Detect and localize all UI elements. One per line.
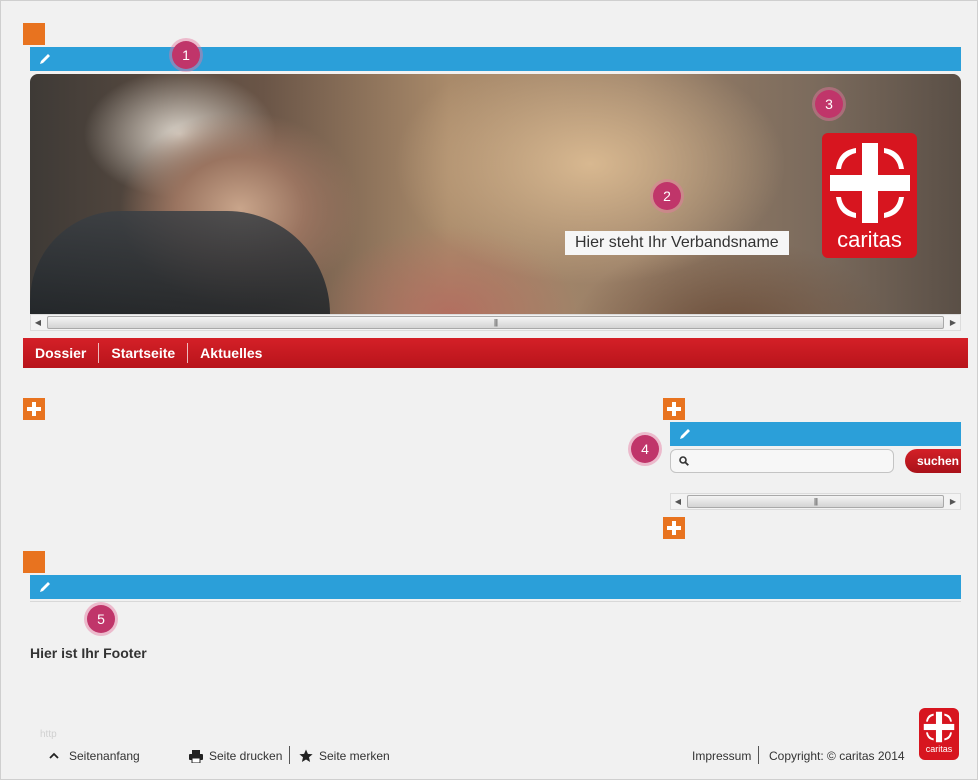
hero-horizontal-scrollbar[interactable]: ◀ ||| ▶ bbox=[30, 314, 961, 331]
edit-bar-search[interactable] bbox=[670, 422, 961, 446]
bottom-separator bbox=[289, 746, 290, 764]
print-page-link[interactable]: Seite drucken bbox=[189, 749, 282, 763]
marker-3-label: 3 bbox=[825, 96, 833, 112]
star-icon bbox=[299, 749, 313, 762]
nav-item-dossier[interactable]: Dossier bbox=[23, 343, 100, 363]
marker-5-label: 5 bbox=[97, 611, 105, 627]
footer-text: Hier ist Ihr Footer bbox=[30, 645, 147, 661]
scroll-left-arrow-icon[interactable]: ◀ bbox=[31, 315, 45, 330]
add-content-button-left[interactable] bbox=[23, 398, 45, 420]
plus-icon bbox=[27, 402, 41, 416]
scroll-track[interactable]: ||| bbox=[685, 494, 946, 509]
nav-item-aktuelles[interactable]: Aktuelles bbox=[188, 343, 274, 363]
bottom-separator bbox=[758, 746, 759, 764]
print-page-label: Seite drucken bbox=[209, 749, 283, 763]
add-content-button-right-top[interactable] bbox=[663, 398, 685, 420]
marker-1-label: 1 bbox=[182, 47, 190, 63]
pencil-icon bbox=[40, 582, 50, 592]
marker-1: 1 bbox=[172, 41, 200, 69]
plus-icon bbox=[667, 402, 681, 416]
nav-item-startseite[interactable]: Startseite bbox=[99, 343, 189, 363]
pencil-icon bbox=[40, 54, 50, 64]
marker-2-label: 2 bbox=[663, 188, 671, 204]
org-name-text: Hier steht Ihr Verbandsname bbox=[575, 234, 779, 251]
copyright-text: Copyright: © caritas 2014 bbox=[769, 749, 905, 763]
caritas-logo-footer[interactable]: caritas bbox=[919, 708, 959, 760]
bookmark-page-link[interactable]: Seite merken bbox=[299, 749, 390, 763]
add-content-button-right-bottom[interactable] bbox=[663, 517, 685, 539]
back-to-top-link[interactable]: Seitenanfang bbox=[49, 749, 140, 763]
edit-bar-header[interactable] bbox=[30, 47, 961, 71]
edit-bar-footer[interactable] bbox=[30, 575, 961, 599]
main-navigation: Dossier Startseite Aktuelles bbox=[23, 338, 968, 368]
imprint-label: Impressum bbox=[692, 749, 752, 763]
org-name-label: Hier steht Ihr Verbandsname bbox=[565, 231, 789, 255]
caritas-cross-icon bbox=[829, 143, 910, 223]
bookmark-page-label: Seite merken bbox=[319, 749, 390, 763]
chevron-up-icon bbox=[49, 752, 59, 759]
footer-divider bbox=[30, 601, 961, 602]
edit-handle-top[interactable] bbox=[23, 23, 45, 45]
scroll-right-arrow-icon[interactable]: ▶ bbox=[946, 315, 960, 330]
caritas-cross-icon bbox=[923, 711, 955, 743]
edit-handle-footer[interactable] bbox=[23, 551, 45, 573]
search-field[interactable] bbox=[670, 449, 894, 473]
search-horizontal-scrollbar[interactable]: ◀ ||| ▶ bbox=[670, 493, 961, 510]
faint-link-text: http bbox=[40, 729, 57, 740]
caritas-logo-text: caritas bbox=[837, 227, 902, 252]
marker-3: 3 bbox=[815, 90, 843, 118]
imprint-link[interactable]: Impressum bbox=[692, 749, 751, 763]
scroll-thumb[interactable]: ||| bbox=[687, 495, 944, 508]
scroll-track[interactable]: ||| bbox=[45, 315, 946, 330]
search-icon bbox=[679, 456, 689, 466]
marker-5: 5 bbox=[87, 605, 115, 633]
marker-4: 4 bbox=[631, 435, 659, 463]
search-button[interactable]: suchen bbox=[905, 449, 961, 473]
scroll-right-arrow-icon[interactable]: ▶ bbox=[946, 494, 960, 509]
caritas-logo-header: caritas bbox=[822, 133, 917, 258]
scroll-left-arrow-icon[interactable]: ◀ bbox=[671, 494, 685, 509]
marker-2: 2 bbox=[653, 182, 681, 210]
pencil-icon bbox=[680, 429, 690, 439]
plus-icon bbox=[667, 521, 681, 535]
marker-4-label: 4 bbox=[641, 441, 649, 457]
copyright-label: Copyright: © caritas 2014 bbox=[769, 749, 905, 763]
caritas-logo-footer-text: caritas bbox=[925, 744, 953, 754]
scroll-thumb[interactable]: ||| bbox=[47, 316, 944, 329]
printer-icon bbox=[189, 749, 203, 763]
search-input[interactable] bbox=[693, 454, 893, 468]
back-to-top-label: Seitenanfang bbox=[69, 749, 140, 763]
